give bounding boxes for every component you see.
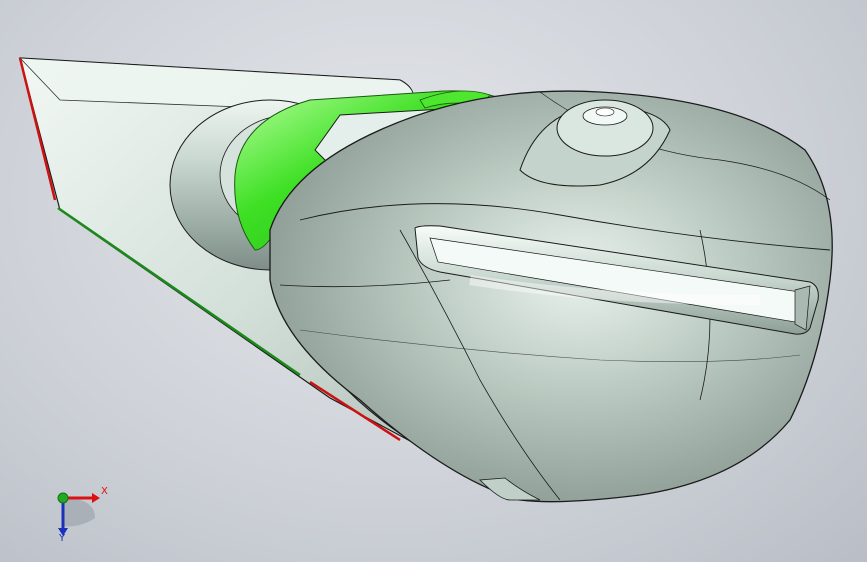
y-axis-label: Y <box>59 533 66 544</box>
x-axis-label: X <box>101 486 108 497</box>
y-axis-dot <box>57 492 69 504</box>
graphics-area[interactable]: X Y <box>0 0 867 562</box>
sensor-dome-cap <box>595 107 615 117</box>
model-view[interactable] <box>0 0 867 562</box>
triad-shadow <box>63 498 95 527</box>
x-axis-arrow <box>92 493 100 503</box>
coordinate-triad[interactable]: X Y <box>40 478 120 548</box>
